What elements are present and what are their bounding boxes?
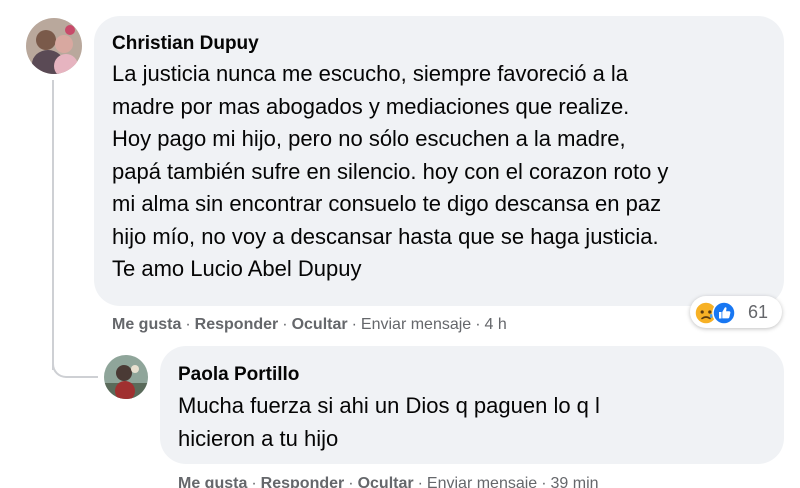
avatar[interactable] (104, 355, 148, 399)
comment-text: Mucha fuerza si ahi un Dios q paguen lo … (178, 390, 768, 455)
like-reaction-icon (712, 301, 736, 330)
comment-author[interactable]: Paola Portillo (178, 364, 299, 386)
hide-link[interactable]: Ocultar (358, 475, 414, 488)
comment-text-line: Te amo Lucio Abel Dupuy (112, 256, 362, 281)
timestamp[interactable]: 39 min (551, 475, 599, 488)
comment-text-line: hicieron a tu hijo (178, 425, 339, 451)
comment-text-line: mi alma sin encontrar consuelo te digo d… (112, 191, 662, 216)
reply-bubble: Paola Portillo Mucha fuerza si ahi un Di… (160, 346, 784, 464)
timestamp[interactable]: 4 h (485, 316, 507, 333)
comment-text-line: papá también sufre en silencio. hoy con … (112, 158, 669, 184)
hide-link[interactable]: Ocultar (292, 316, 348, 333)
reply-link[interactable]: Responder (261, 475, 345, 488)
reaction-count: 61 (748, 302, 769, 322)
like-link[interactable]: Me gusta (112, 316, 181, 333)
avatar[interactable] (26, 18, 82, 74)
comment-actions: Me gusta · Responder · Ocultar · Enviar mensaj… (112, 316, 507, 333)
comment-text-line: Mucha fuerza si ahi un Dios q paguen lo … (178, 393, 600, 418)
comment-bubble: Christian Dupuy La justicia nunca me esc… (94, 16, 784, 306)
reply-link[interactable]: Responder (195, 316, 279, 333)
comment-author[interactable]: Christian Dupuy (112, 33, 259, 55)
comment-text-line: La justicia nunca me escucho, siempre fa… (112, 61, 629, 86)
comment-text: La justicia nunca me escucho, siempre fa… (112, 58, 772, 286)
send-message-link[interactable]: Enviar mensaje (361, 316, 471, 333)
comment-thread: Christian Dupuy La justicia nunca me esc… (0, 0, 800, 488)
send-message-link[interactable]: Enviar mensaje (427, 475, 537, 488)
like-link[interactable]: Me gusta (178, 475, 247, 488)
comment-actions: Me gusta · Responder · Ocultar · Enviar mensaj… (178, 475, 599, 488)
comment-text-line: Hoy pago mi hijo, pero no sólo escuchen … (112, 126, 626, 151)
reactions-summary[interactable]: 61 (690, 296, 782, 328)
comment-text-line: hijo mío, no voy a descansar hasta que s… (112, 223, 659, 249)
comment-text-line: madre por mas abogados y mediaciones que… (112, 93, 630, 119)
thread-line (52, 80, 54, 370)
thread-line-curve (52, 340, 98, 378)
